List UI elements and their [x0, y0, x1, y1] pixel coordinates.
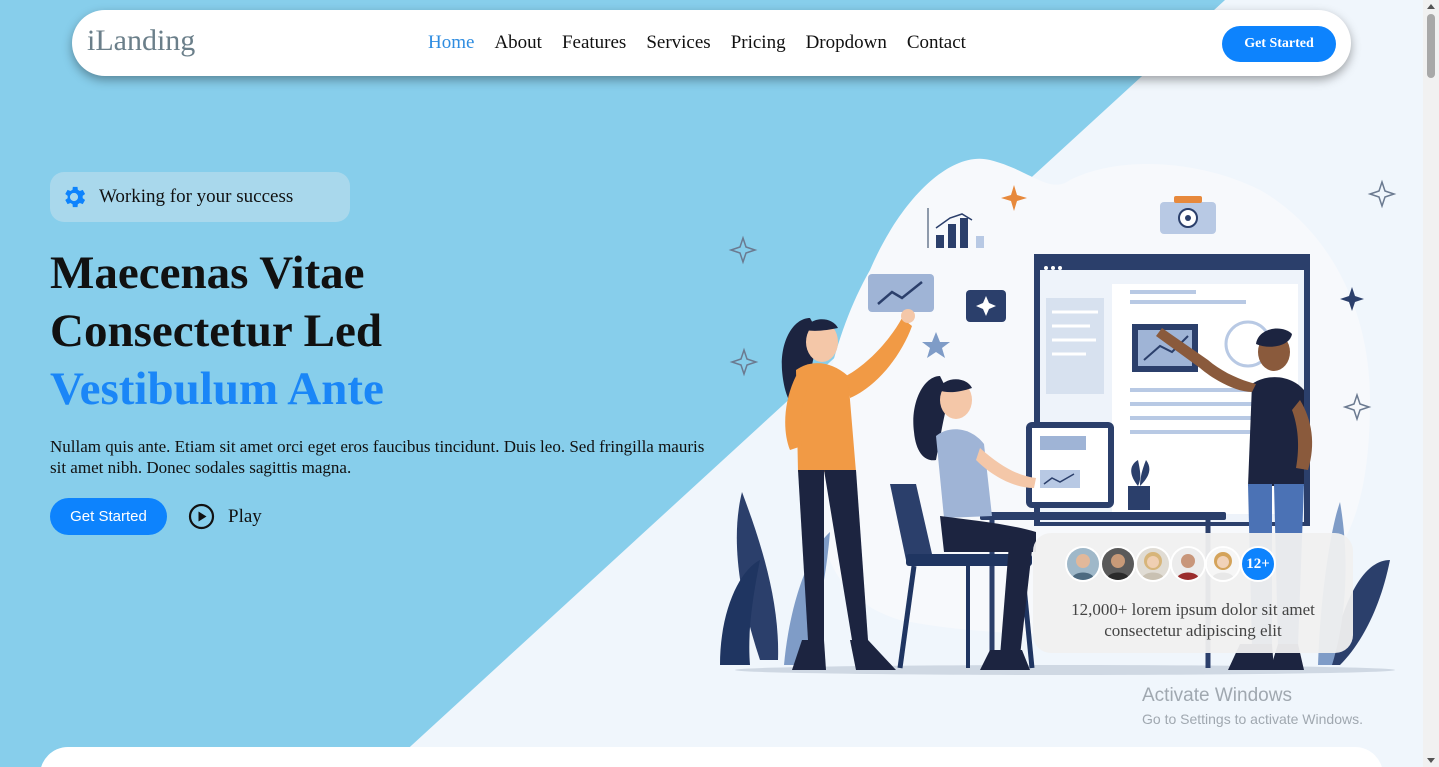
nav-get-started-button[interactable]: Get Started [1222, 26, 1336, 62]
nav-dropdown[interactable]: Dropdown [806, 32, 887, 54]
scroll-thumb[interactable] [1427, 14, 1435, 78]
headline-line-2: Consectetur Led [50, 305, 383, 357]
hero-lead: Nullam quis ante. Etiam sit amet orci eg… [50, 437, 705, 477]
next-section [40, 747, 1383, 767]
hero-get-started-button[interactable]: Get Started [50, 498, 167, 535]
scroll-up-arrow-icon[interactable] [1427, 4, 1435, 9]
logo[interactable]: iLanding [87, 24, 195, 58]
windows-watermark-title: Activate Windows [1142, 685, 1292, 706]
stats-card: 12+ 12,000+ lorem ipsum dolor sit amet c… [1033, 533, 1353, 653]
nav-home[interactable]: Home [428, 32, 474, 54]
avatar [1170, 546, 1206, 582]
nav-pricing[interactable]: Pricing [731, 32, 786, 54]
hero-badge: Working for your success [50, 172, 350, 222]
avatar [1135, 546, 1171, 582]
avatar [1205, 546, 1241, 582]
nav-services[interactable]: Services [646, 32, 710, 54]
headline-accent: Vestibulum Ante [50, 363, 384, 415]
scroll-down-arrow-icon[interactable] [1427, 758, 1435, 763]
avatar [1065, 546, 1101, 582]
play-label: Play [228, 505, 262, 527]
scrollbar[interactable] [1423, 0, 1439, 767]
nav-features[interactable]: Features [562, 32, 626, 54]
hero-headline: Maecenas Vitae Consectetur Led Vestibulu… [50, 244, 384, 418]
nav-contact[interactable]: Contact [907, 32, 966, 54]
nav-about[interactable]: About [494, 32, 542, 54]
nav-links: Home About Features Services Pricing Dro… [428, 32, 986, 54]
gear-icon [65, 186, 86, 208]
windows-watermark-subtitle: Go to Settings to activate Windows. [1142, 711, 1363, 727]
headline-line-1: Maecenas Vitae [50, 247, 365, 299]
stats-text: 12,000+ lorem ipsum dolor sit amet conse… [1071, 600, 1315, 640]
navbar: iLanding Home About Features Services Pr… [72, 10, 1351, 76]
play-button[interactable]: Play [188, 503, 262, 530]
play-circle-icon [188, 503, 215, 530]
avatar-group: 12+ [1065, 546, 1276, 582]
badge-text: Working for your success [99, 186, 294, 207]
avatar-more-badge: 12+ [1240, 546, 1276, 582]
avatar [1100, 546, 1136, 582]
